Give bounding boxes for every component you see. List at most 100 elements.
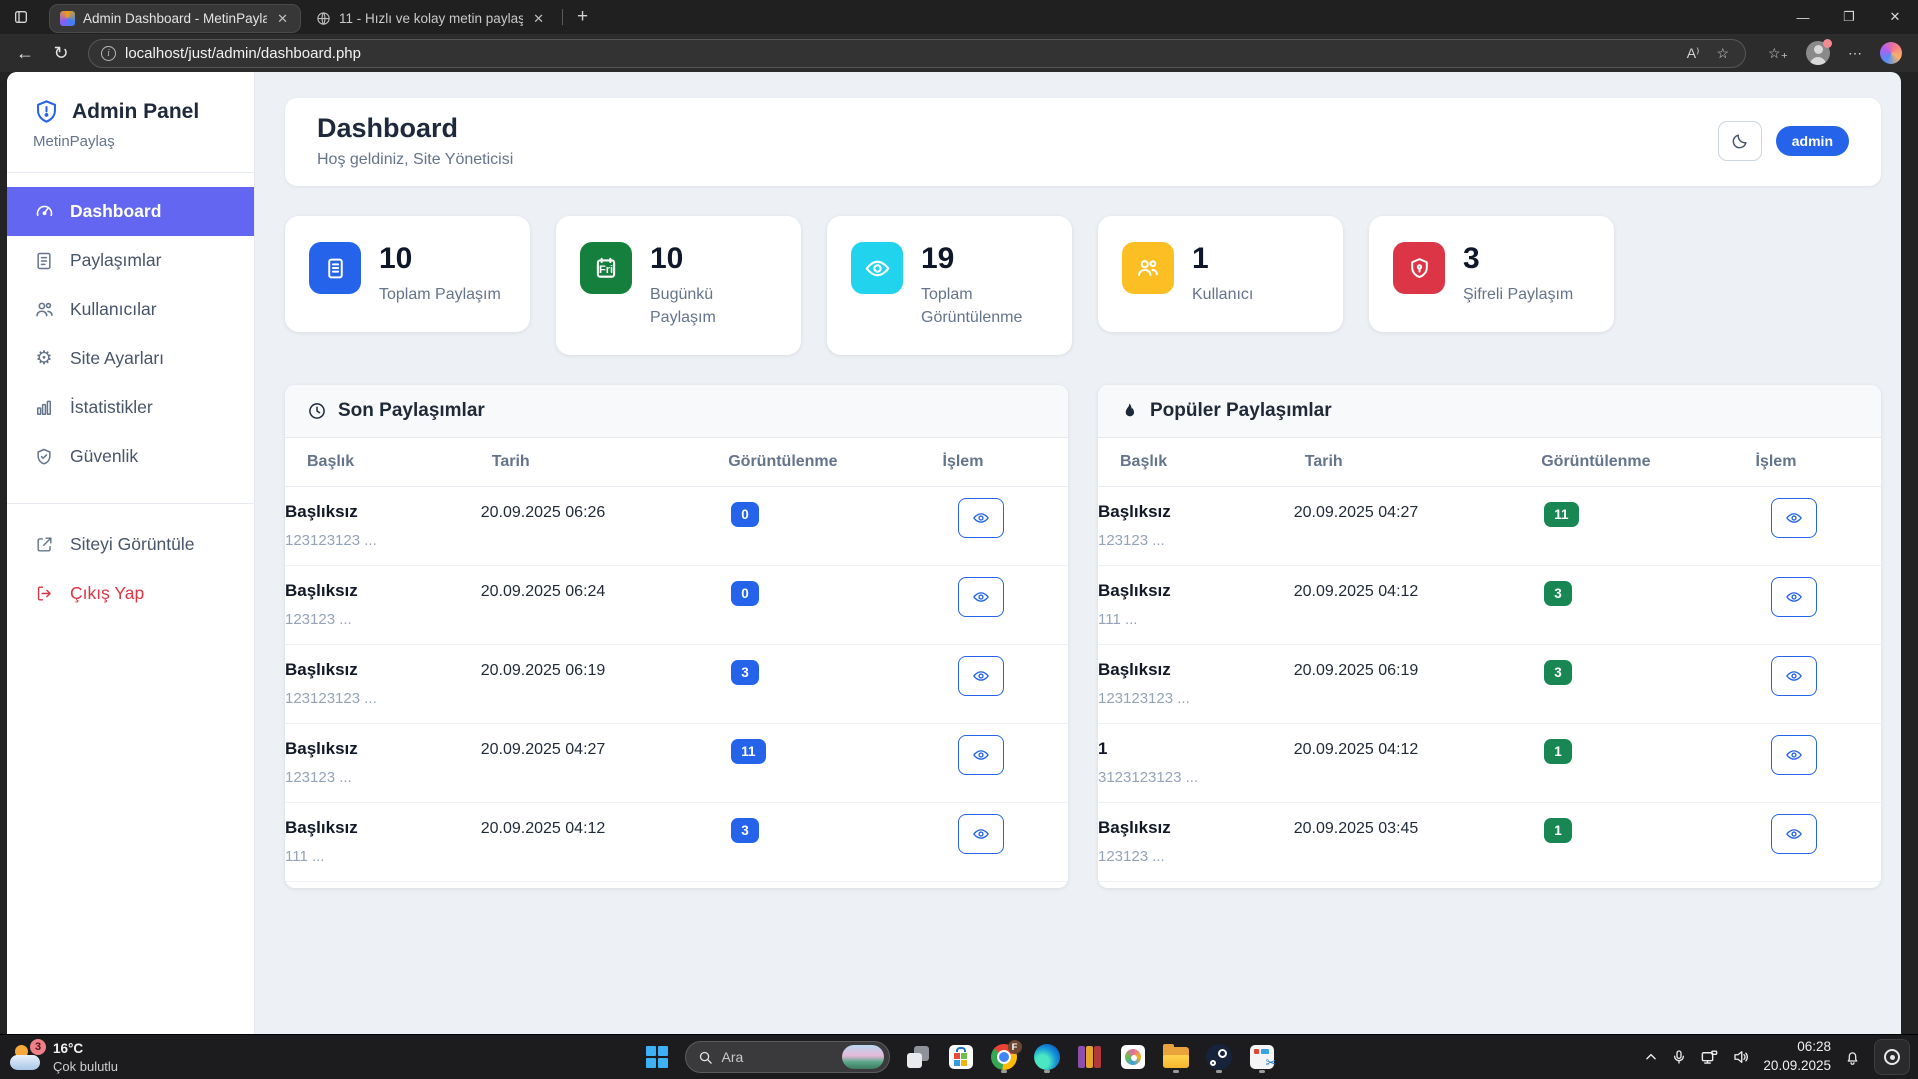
post-date: 20.09.2025 04:12 <box>1294 581 1545 601</box>
tab-separator <box>562 9 563 25</box>
screen-record-button[interactable] <box>1874 1039 1910 1075</box>
popular-posts-panel: Popüler Paylaşımlar Başlık Tarih Görüntü… <box>1098 385 1881 888</box>
read-aloud-icon[interactable]: A⁾ <box>1683 45 1704 62</box>
shield-lock-icon <box>1393 242 1445 294</box>
url-text: localhost/just/admin/dashboard.php <box>125 45 1674 62</box>
main-content: Dashboard Hoş geldiniz, Site Yöneticisi … <box>255 72 1901 1034</box>
sidebar-item-cikis-yap[interactable]: Çıkış Yap <box>7 569 254 618</box>
chrome-button[interactable]: F <box>989 1040 1019 1074</box>
maximize-button[interactable]: ❐ <box>1826 0 1872 34</box>
tray-chevron-up-icon[interactable] <box>1644 1050 1658 1064</box>
bing-daily-image <box>842 1045 884 1069</box>
address-bar[interactable]: i localhost/just/admin/dashboard.php A⁾ … <box>88 39 1746 68</box>
start-button[interactable] <box>642 1040 672 1074</box>
sidebar-item-kullanicilar[interactable]: Kullanıcılar <box>7 285 254 334</box>
views-badge: 3 <box>731 818 759 843</box>
eye-icon <box>972 667 990 685</box>
refresh-icon[interactable]: ↻ <box>46 39 76 67</box>
view-post-button[interactable] <box>1771 656 1817 696</box>
eye-icon <box>851 242 903 294</box>
eye-icon <box>972 746 990 764</box>
edge-button[interactable] <box>1032 1040 1062 1074</box>
eye-icon <box>1785 746 1803 764</box>
site-info-icon[interactable]: i <box>101 46 116 61</box>
tab-title: Admin Dashboard - MetinPaylaş <box>83 11 267 26</box>
post-excerpt: 123123123 ... <box>1098 690 1294 707</box>
view-post-button[interactable] <box>958 735 1004 775</box>
stat-card-kullanici: 1 Kullanıcı <box>1098 216 1343 332</box>
view-post-button[interactable] <box>1771 577 1817 617</box>
table-row: Başlıksız 111 ... 20.09.2025 04:12 3 <box>1098 566 1881 645</box>
network-icon[interactable] <box>1700 1048 1719 1067</box>
new-tab-button[interactable]: + <box>569 6 596 28</box>
back-icon[interactable]: ← <box>10 39 40 67</box>
post-date: 20.09.2025 04:27 <box>1294 502 1545 522</box>
view-post-button[interactable] <box>958 577 1004 617</box>
divider <box>7 172 254 173</box>
microphone-icon[interactable] <box>1671 1049 1687 1065</box>
sidebar-item-paylasimlar[interactable]: Paylaşımlar <box>7 236 254 285</box>
table-body: Başlıksız 123123123 ... 20.09.2025 06:26… <box>285 487 1068 882</box>
steam-button[interactable] <box>1204 1040 1234 1074</box>
post-excerpt: 123123 ... <box>1098 848 1294 865</box>
weather-widget[interactable]: 3 16°C Çok bulutlu <box>10 1040 118 1073</box>
user-badge: admin <box>1776 126 1849 156</box>
view-post-button[interactable] <box>958 814 1004 854</box>
col-tarih: Tarih <box>492 438 728 486</box>
copilot-icon[interactable] <box>1880 42 1902 64</box>
globe-icon <box>316 11 331 26</box>
sidebar-item-site-ayarlari[interactable]: ⚙ Site Ayarları <box>7 334 254 383</box>
tab-close-icon[interactable]: ✕ <box>531 11 546 27</box>
document-icon <box>33 251 55 271</box>
sidebar-item-guvenlik[interactable]: Güvenlik <box>7 432 254 481</box>
winrar-button[interactable] <box>1075 1040 1105 1074</box>
task-view-button[interactable] <box>903 1040 933 1074</box>
notification-bell-icon[interactable] <box>1844 1049 1861 1066</box>
volume-icon[interactable] <box>1732 1048 1750 1066</box>
view-post-button[interactable] <box>958 656 1004 696</box>
close-button[interactable]: ✕ <box>1872 0 1918 34</box>
tab-close-icon[interactable]: ✕ <box>275 11 290 27</box>
view-post-button[interactable] <box>1771 735 1817 775</box>
tray-time: 06:28 <box>1763 1038 1831 1057</box>
settings-menu-icon[interactable]: ⋯ <box>1844 45 1866 62</box>
profile-button[interactable] <box>1806 41 1830 65</box>
views-badge: 1 <box>1544 818 1572 843</box>
table-row: Başlıksız 123123123 ... 20.09.2025 06:19… <box>285 645 1068 724</box>
sidebar-item-istatistikler[interactable]: İstatistikler <box>7 383 254 432</box>
view-post-button[interactable] <box>958 498 1004 538</box>
view-post-button[interactable] <box>1771 814 1817 854</box>
views-badge: 3 <box>1544 581 1572 606</box>
taskbar-search[interactable]: Ara <box>685 1041 890 1073</box>
calendar-day-text: Fri <box>599 264 613 276</box>
file-explorer-button[interactable] <box>1161 1040 1191 1074</box>
brand-title: Admin Panel <box>72 100 199 124</box>
users-icon <box>1122 242 1174 294</box>
folder-icon <box>1163 1047 1189 1068</box>
stat-value: 1 <box>1192 244 1253 274</box>
task-view-icon <box>907 1046 929 1068</box>
browser-titlebar: Admin Dashboard - MetinPaylaş ✕ 11 - Hız… <box>0 0 1918 34</box>
favorites-bar-icon[interactable]: ☆₊ <box>1764 45 1792 62</box>
moon-icon <box>1730 132 1749 151</box>
browser-tab-inactive[interactable]: 11 - Hızlı ve kolay metin paylaşım ✕ <box>306 5 556 32</box>
flame-icon <box>1120 402 1139 421</box>
post-date: 20.09.2025 03:45 <box>1294 818 1545 838</box>
sidebar-item-siteyi-goruntule[interactable]: Siteyi Görüntüle <box>7 520 254 569</box>
post-date: 20.09.2025 06:19 <box>481 660 732 680</box>
tab-actions-icon[interactable] <box>6 5 36 29</box>
clock[interactable]: 06:28 20.09.2025 <box>1763 1038 1831 1076</box>
microsoft-store-button[interactable] <box>946 1040 976 1074</box>
view-post-button[interactable] <box>1771 498 1817 538</box>
dark-mode-toggle[interactable] <box>1718 121 1762 161</box>
gauge-icon <box>33 201 55 222</box>
favorite-star-icon[interactable]: ☆ <box>1712 45 1733 62</box>
paint-button[interactable] <box>1118 1040 1148 1074</box>
views-badge: 11 <box>1544 502 1578 527</box>
snipping-tool-button[interactable]: ✂ <box>1247 1040 1277 1074</box>
minimize-button[interactable]: — <box>1780 0 1826 34</box>
table-row: Başlıksız 123123123 ... 20.09.2025 06:26… <box>285 487 1068 566</box>
browser-tab-active[interactable]: Admin Dashboard - MetinPaylaş ✕ <box>50 5 300 32</box>
browser-toolbar: ← ↻ i localhost/just/admin/dashboard.php… <box>0 34 1918 72</box>
sidebar-item-dashboard[interactable]: Dashboard <box>7 187 254 236</box>
